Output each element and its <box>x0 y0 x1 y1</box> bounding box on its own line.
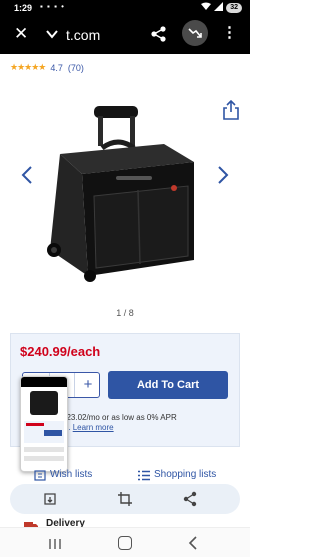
share-product-icon[interactable] <box>222 99 240 120</box>
trend-down-icon <box>188 28 202 38</box>
wish-lists-link[interactable]: Wish lists <box>50 469 92 480</box>
screenshot-toolbar <box>10 484 240 514</box>
wish-list-icon <box>34 469 46 481</box>
browser-toolbar: ✕ t.com ⋮ <box>0 16 250 54</box>
url-text[interactable]: t.com <box>66 27 100 43</box>
product-image[interactable] <box>42 100 208 285</box>
financing-link-row: al. Learn more <box>62 423 114 432</box>
system-nav-bar <box>0 527 250 557</box>
notification-icons: ▪ ▪ ▪ • <box>40 2 65 11</box>
add-to-cart-button[interactable]: Add To Cart <box>108 371 228 399</box>
review-count: (70) <box>67 62 84 73</box>
thumbnail-header <box>21 377 67 387</box>
thumbnail-panel <box>24 421 64 443</box>
screenshot-thumbnail[interactable] <box>20 376 68 472</box>
thumbnail-row <box>24 447 64 452</box>
wifi-icon <box>201 2 212 13</box>
more-menu-icon[interactable]: ⋮ <box>222 23 237 43</box>
shopping-lists-link[interactable]: Shopping lists <box>154 469 216 480</box>
share-icon[interactable] <box>182 491 198 507</box>
home-icon[interactable] <box>118 536 132 550</box>
product-rating[interactable]: ★★★★★ 4.7 (70) <box>10 62 84 73</box>
thumbnail-button <box>44 430 62 436</box>
trend-button[interactable] <box>182 20 208 46</box>
share-icon[interactable] <box>150 25 168 43</box>
image-pager: 1 / 8 <box>116 308 134 318</box>
status-bar: 1:29 ▪ ▪ ▪ • 32 <box>0 0 250 16</box>
lists-row: Wish lists Shopping lists <box>0 466 250 484</box>
product-price: $240.99/each <box>20 344 101 359</box>
learn-more-link[interactable]: Learn more <box>73 423 114 432</box>
scroll-capture-icon[interactable] <box>42 491 58 507</box>
chevron-right-icon[interactable] <box>216 165 230 185</box>
rating-value: 4.7 <box>50 62 63 73</box>
chevron-left-icon[interactable] <box>20 165 34 185</box>
signal-icon <box>214 2 224 13</box>
rolling-bag-illustration <box>47 106 194 282</box>
star-rating-icon: ★★★★★ <box>10 62 46 72</box>
close-icon[interactable]: ✕ <box>14 25 28 42</box>
crop-edit-icon[interactable] <box>117 491 133 507</box>
thumbnail-row <box>24 456 64 461</box>
recent-apps-icon[interactable] <box>48 537 62 549</box>
status-time: 1:29 <box>14 3 33 13</box>
financing-text: $23.02/mo or as low as 0% APR <box>62 413 177 422</box>
status-right: 32 <box>201 2 242 13</box>
battery-level: 32 <box>226 2 242 13</box>
thumbnail-price <box>26 423 44 426</box>
list-icon <box>138 470 150 481</box>
chevron-down-icon[interactable] <box>44 26 60 42</box>
thumbnail-product <box>30 391 58 415</box>
back-icon[interactable] <box>188 536 198 550</box>
quantity-increase-button[interactable]: + <box>75 373 101 397</box>
